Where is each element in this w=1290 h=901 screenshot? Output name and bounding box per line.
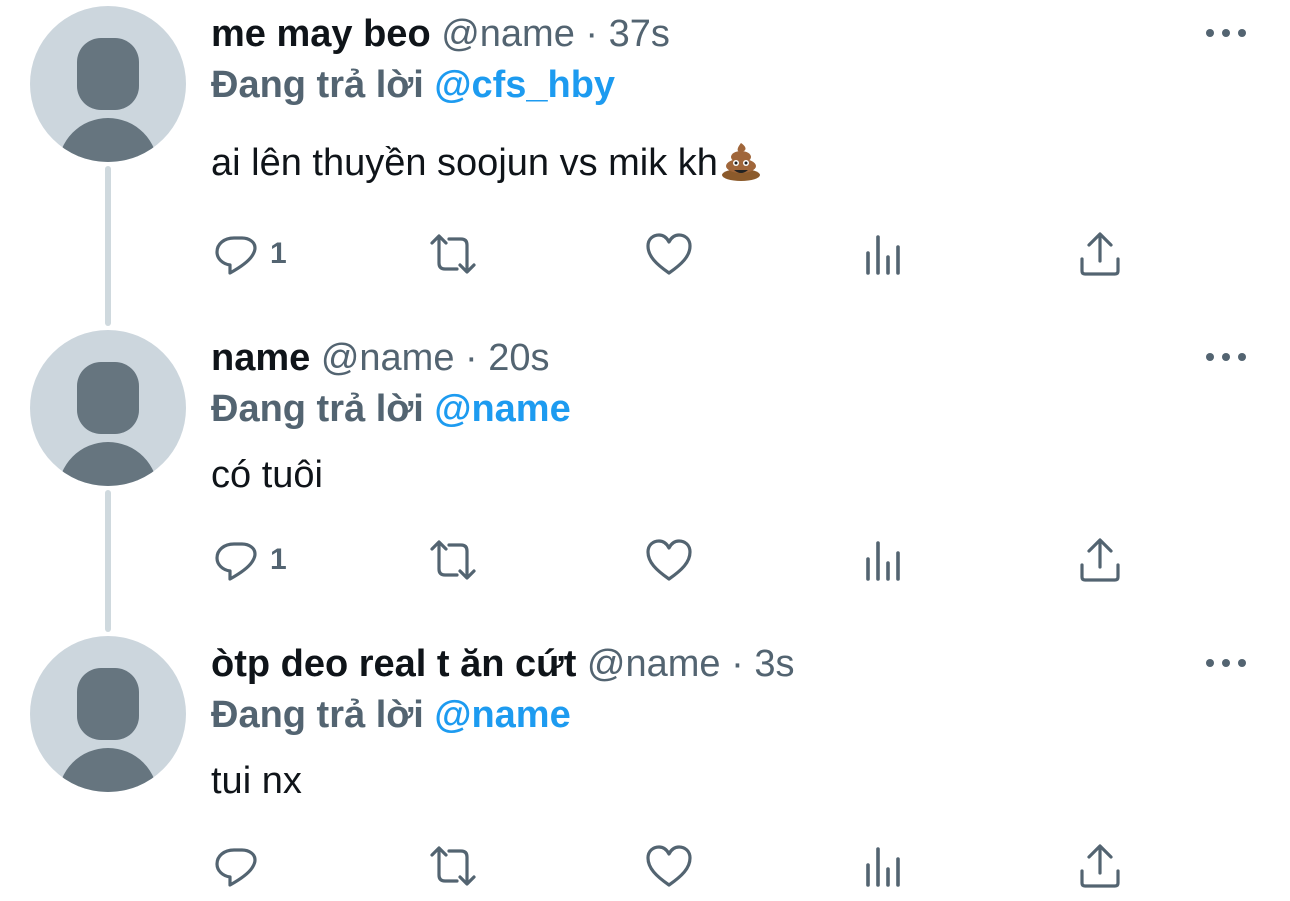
pile-of-poo-emoji (721, 143, 760, 181)
retweet-button[interactable] (428, 534, 478, 586)
reply-button[interactable] (212, 840, 270, 892)
like-button[interactable] (644, 228, 694, 280)
separator-dot: · (585, 13, 599, 55)
reply-mention-link[interactable]: @name (434, 388, 570, 430)
replying-to-label: Đang trả lời (211, 388, 424, 430)
more-options-button[interactable] (1206, 342, 1246, 372)
reply-button[interactable]: 1 (212, 228, 287, 280)
display-name[interactable]: òtp deo real t ăn cứt (211, 643, 576, 685)
views-icon (866, 541, 900, 581)
more-options-button[interactable] (1206, 648, 1246, 678)
user-handle[interactable]: @name (587, 643, 721, 685)
tweet-text: tui nx (211, 758, 302, 804)
like-icon (646, 539, 692, 581)
tweet-text: có tuôi (211, 452, 323, 498)
replying-to-line: Đang trả lời @name (211, 692, 571, 738)
avatar[interactable] (30, 330, 186, 486)
avatar-body-shape (58, 748, 158, 792)
reply-icon (215, 236, 257, 275)
avatar-head-shape (77, 668, 139, 740)
share-icon (1080, 232, 1120, 276)
tweet[interactable]: name @name · 20s Đang trả lời @name có t… (0, 320, 1290, 630)
avatar[interactable] (30, 636, 186, 792)
avatar[interactable] (30, 6, 186, 162)
tweet[interactable]: òtp deo real t ăn cứt @name · 3s Đang tr… (0, 630, 1290, 901)
avatar-body-shape (58, 118, 158, 162)
replying-to-label: Đang trả lời (211, 64, 424, 106)
retweet-icon (430, 846, 476, 886)
retweet-button[interactable] (428, 228, 478, 280)
reply-icon (215, 848, 257, 887)
reply-button[interactable]: 1 (212, 534, 287, 586)
tweet-text: ai lên thuyền soojun vs mik kh (211, 140, 762, 186)
views-icon (866, 235, 900, 275)
avatar-head-shape (77, 38, 139, 110)
share-icon (1080, 844, 1120, 888)
user-handle[interactable]: @name (441, 13, 575, 55)
share-button[interactable] (1075, 840, 1125, 892)
replying-to-label: Đang trả lời (211, 694, 424, 736)
tweet-header: name @name · 20s (211, 335, 550, 381)
separator-dot: · (731, 643, 744, 685)
tweet-text-content: có tuôi (211, 454, 323, 496)
more-icon (1206, 353, 1214, 361)
reply-count: 1 (270, 237, 287, 270)
reply-icon (215, 542, 257, 581)
reply-count: 1 (270, 543, 287, 576)
share-icon (1080, 538, 1120, 582)
tweet-text-content: ai lên thuyền soojun vs mik kh (211, 142, 718, 184)
like-icon (646, 845, 692, 887)
views-button[interactable] (860, 840, 910, 892)
reply-mention-link[interactable]: @name (434, 694, 570, 736)
user-handle[interactable]: @name (321, 337, 455, 379)
more-icon (1206, 29, 1214, 37)
display-name[interactable]: name (211, 337, 310, 379)
reply-mention-link[interactable]: @cfs_hby (434, 64, 615, 106)
views-button[interactable] (860, 534, 910, 586)
separator-dot: · (465, 337, 478, 379)
more-options-button[interactable] (1206, 18, 1246, 48)
avatar-head-shape (77, 362, 139, 434)
views-icon (866, 847, 900, 887)
more-icon (1206, 659, 1214, 667)
share-button[interactable] (1075, 228, 1125, 280)
tweet-header: òtp deo real t ăn cứt @name · 3s (211, 641, 794, 687)
views-button[interactable] (860, 228, 910, 280)
replying-to-line: Đang trả lời @name (211, 386, 571, 432)
retweet-button[interactable] (428, 840, 478, 892)
timestamp[interactable]: 20s (488, 337, 549, 379)
retweet-icon (430, 234, 476, 274)
tweet[interactable]: me may beo @name · 37s Đang trả lời @cfs… (0, 0, 1290, 320)
display-name[interactable]: me may beo (211, 13, 431, 55)
avatar-body-shape (58, 442, 158, 486)
timestamp[interactable]: 37s (609, 13, 670, 55)
timestamp[interactable]: 3s (754, 643, 794, 685)
replying-to-line: Đang trả lời @cfs_hby (211, 62, 615, 108)
tweet-text-content: tui nx (211, 760, 302, 802)
tweet-header: me may beo @name · 37s (211, 11, 670, 57)
like-icon (646, 233, 692, 275)
retweet-icon (430, 540, 476, 580)
like-button[interactable] (644, 840, 694, 892)
like-button[interactable] (644, 534, 694, 586)
share-button[interactable] (1075, 534, 1125, 586)
